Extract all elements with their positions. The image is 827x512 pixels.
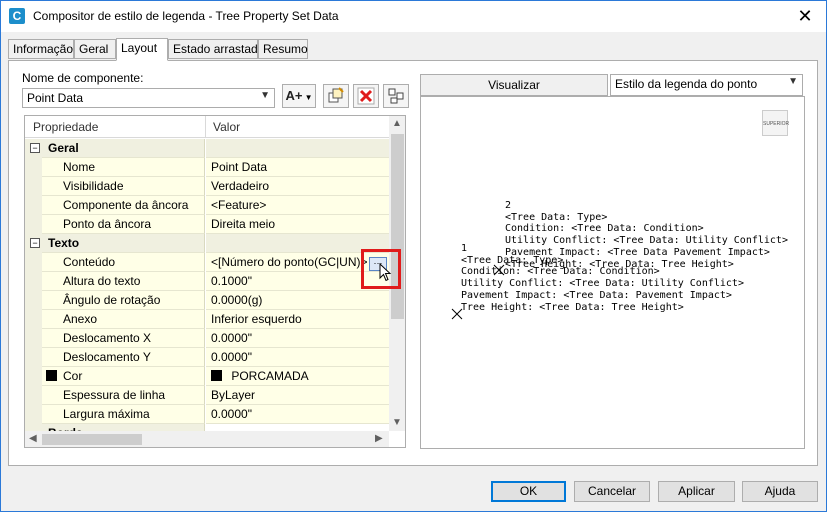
horizontal-scroll-thumb[interactable] bbox=[42, 434, 142, 445]
property-name: Espessura de linha bbox=[42, 386, 205, 405]
property-name: Deslocamento X bbox=[42, 329, 205, 348]
property-value[interactable]: 0.0000" bbox=[206, 405, 389, 424]
point-marker-icon bbox=[493, 264, 505, 276]
property-row[interactable]: Largura máxima 0.0000" bbox=[25, 405, 389, 424]
scroll-left-icon[interactable]: ◀ bbox=[29, 433, 37, 444]
property-row-color[interactable]: Cor PORCAMADA bbox=[25, 367, 389, 386]
property-row[interactable]: Visibilidade Verdadeiro bbox=[25, 177, 389, 196]
chevron-down-icon: ▼ bbox=[788, 76, 798, 87]
property-name: Altura do texto bbox=[42, 272, 205, 291]
property-value[interactable]: ByLayer bbox=[206, 386, 389, 405]
collapse-icon[interactable]: − bbox=[30, 238, 40, 248]
property-grid-header: Propriedade Valor bbox=[25, 116, 389, 138]
property-name: Largura máxima bbox=[42, 405, 205, 424]
label-preview-area[interactable]: SUPERIOR 2 <Tree Data: Type> Condition: … bbox=[420, 96, 805, 449]
chevron-down-icon: ▼ bbox=[260, 90, 270, 101]
component-name-value: Point Data bbox=[27, 91, 84, 105]
category-label: Texto bbox=[42, 234, 205, 253]
property-name: Anexo bbox=[42, 310, 205, 329]
app-icon: C bbox=[9, 8, 25, 24]
delete-component-button[interactable] bbox=[353, 84, 379, 108]
tab-geral[interactable]: Geral bbox=[74, 39, 116, 59]
collapse-icon[interactable]: − bbox=[30, 143, 40, 153]
cancel-button[interactable]: Cancelar bbox=[574, 481, 650, 502]
property-name: Conteúdo bbox=[42, 253, 205, 272]
component-order-button[interactable] bbox=[383, 84, 409, 108]
preview-tab[interactable]: Visualizar bbox=[420, 74, 608, 96]
column-header-value[interactable]: Valor bbox=[213, 120, 240, 134]
property-row[interactable]: Deslocamento Y 0.0000" bbox=[25, 348, 389, 367]
property-value-color[interactable]: PORCAMADA bbox=[206, 367, 389, 386]
category-row-geral[interactable]: − Geral bbox=[25, 139, 389, 158]
property-value[interactable]: Inferior esquerdo bbox=[206, 310, 389, 329]
property-value[interactable]: <Feature> bbox=[206, 196, 389, 215]
scroll-down-icon[interactable]: ▼ bbox=[392, 417, 402, 428]
component-name-label: Nome de componente: bbox=[22, 71, 144, 85]
tab-informacao[interactable]: Informação bbox=[8, 39, 74, 59]
apply-button[interactable]: Aplicar bbox=[658, 481, 735, 502]
property-row[interactable]: Ângulo de rotação 0.0000(g) bbox=[25, 291, 389, 310]
copy-component-button[interactable] bbox=[323, 84, 349, 108]
category-label: Geral bbox=[42, 139, 205, 158]
property-grid: Propriedade Valor − Geral Nome Point Dat… bbox=[24, 115, 406, 448]
property-value[interactable]: 0.0000" bbox=[206, 348, 389, 367]
color-swatch-icon bbox=[211, 370, 222, 381]
view-cube-icon[interactable]: SUPERIOR bbox=[762, 110, 789, 136]
category-row-texto[interactable]: − Texto bbox=[25, 234, 389, 253]
tab-resumo[interactable]: Resumo bbox=[258, 39, 308, 59]
property-name: Nome bbox=[42, 158, 205, 177]
title-bar: C Compositor de estilo de legenda - Tree… bbox=[1, 1, 826, 32]
property-name: Componente da âncora bbox=[42, 196, 205, 215]
property-name: Visibilidade bbox=[42, 177, 205, 196]
column-header-property[interactable]: Propriedade bbox=[33, 120, 98, 134]
copy-component-icon bbox=[328, 87, 344, 103]
tab-estado-arrastado[interactable]: Estado arrastado bbox=[168, 39, 264, 59]
tab-layout[interactable]: Layout bbox=[116, 38, 168, 61]
color-swatch-icon bbox=[46, 370, 57, 381]
property-value[interactable]: 0.0000(g) bbox=[206, 291, 389, 310]
scroll-up-icon[interactable]: ▲ bbox=[392, 118, 402, 129]
property-name-color: Cor bbox=[42, 367, 205, 386]
preview-style-value: Estilo da legenda do ponto bbox=[615, 77, 758, 91]
delete-icon bbox=[357, 87, 375, 105]
property-value[interactable]: Verdadeiro bbox=[206, 177, 389, 196]
property-row[interactable]: Componente da âncora <Feature> bbox=[25, 196, 389, 215]
window-title: Compositor de estilo de legenda - Tree P… bbox=[33, 9, 339, 23]
property-name: Ponto da âncora bbox=[42, 215, 205, 234]
property-name: Deslocamento Y bbox=[42, 348, 205, 367]
column-divider[interactable] bbox=[205, 116, 206, 138]
component-order-icon bbox=[388, 88, 404, 104]
mouse-cursor-icon bbox=[379, 263, 392, 282]
property-name: Ângulo de rotação bbox=[42, 291, 205, 310]
property-row[interactable]: Anexo Inferior esquerdo bbox=[25, 310, 389, 329]
property-row[interactable]: Deslocamento X 0.0000" bbox=[25, 329, 389, 348]
preview-label-point-1: 1 <Tree Data: Type> Condition: <Tree Dat… bbox=[461, 243, 744, 313]
property-row[interactable]: Espessura de linha ByLayer bbox=[25, 386, 389, 405]
property-row-contents[interactable]: Conteúdo <[Número do ponto(GC|UN)> bbox=[25, 253, 389, 272]
property-row[interactable]: Ponto da âncora Direita meio bbox=[25, 215, 389, 234]
horizontal-scrollbar[interactable]: ◀ ▶ bbox=[25, 431, 389, 447]
point-marker-icon bbox=[451, 308, 463, 320]
text-component-icon: A+ bbox=[285, 88, 303, 103]
close-icon[interactable]: ✕ bbox=[790, 4, 820, 28]
property-value[interactable]: Point Data bbox=[206, 158, 389, 177]
property-value[interactable]: 0.0000" bbox=[206, 329, 389, 348]
vertical-scroll-thumb[interactable] bbox=[391, 134, 404, 319]
add-text-component-button[interactable]: A+ ▼ bbox=[282, 84, 316, 108]
property-value[interactable]: Direita meio bbox=[206, 215, 389, 234]
help-button[interactable]: Ajuda bbox=[742, 481, 818, 502]
preview-style-select[interactable]: Estilo da legenda do ponto ▼ bbox=[610, 74, 803, 96]
scroll-right-icon[interactable]: ▶ bbox=[375, 433, 383, 444]
component-name-select[interactable]: Point Data ▼ bbox=[22, 88, 275, 108]
property-row[interactable]: Altura do texto 0.1000" bbox=[25, 272, 389, 291]
highlight-box: ··· bbox=[361, 249, 401, 289]
property-row[interactable]: Nome Point Data bbox=[25, 158, 389, 177]
ok-button[interactable]: OK bbox=[491, 481, 566, 502]
